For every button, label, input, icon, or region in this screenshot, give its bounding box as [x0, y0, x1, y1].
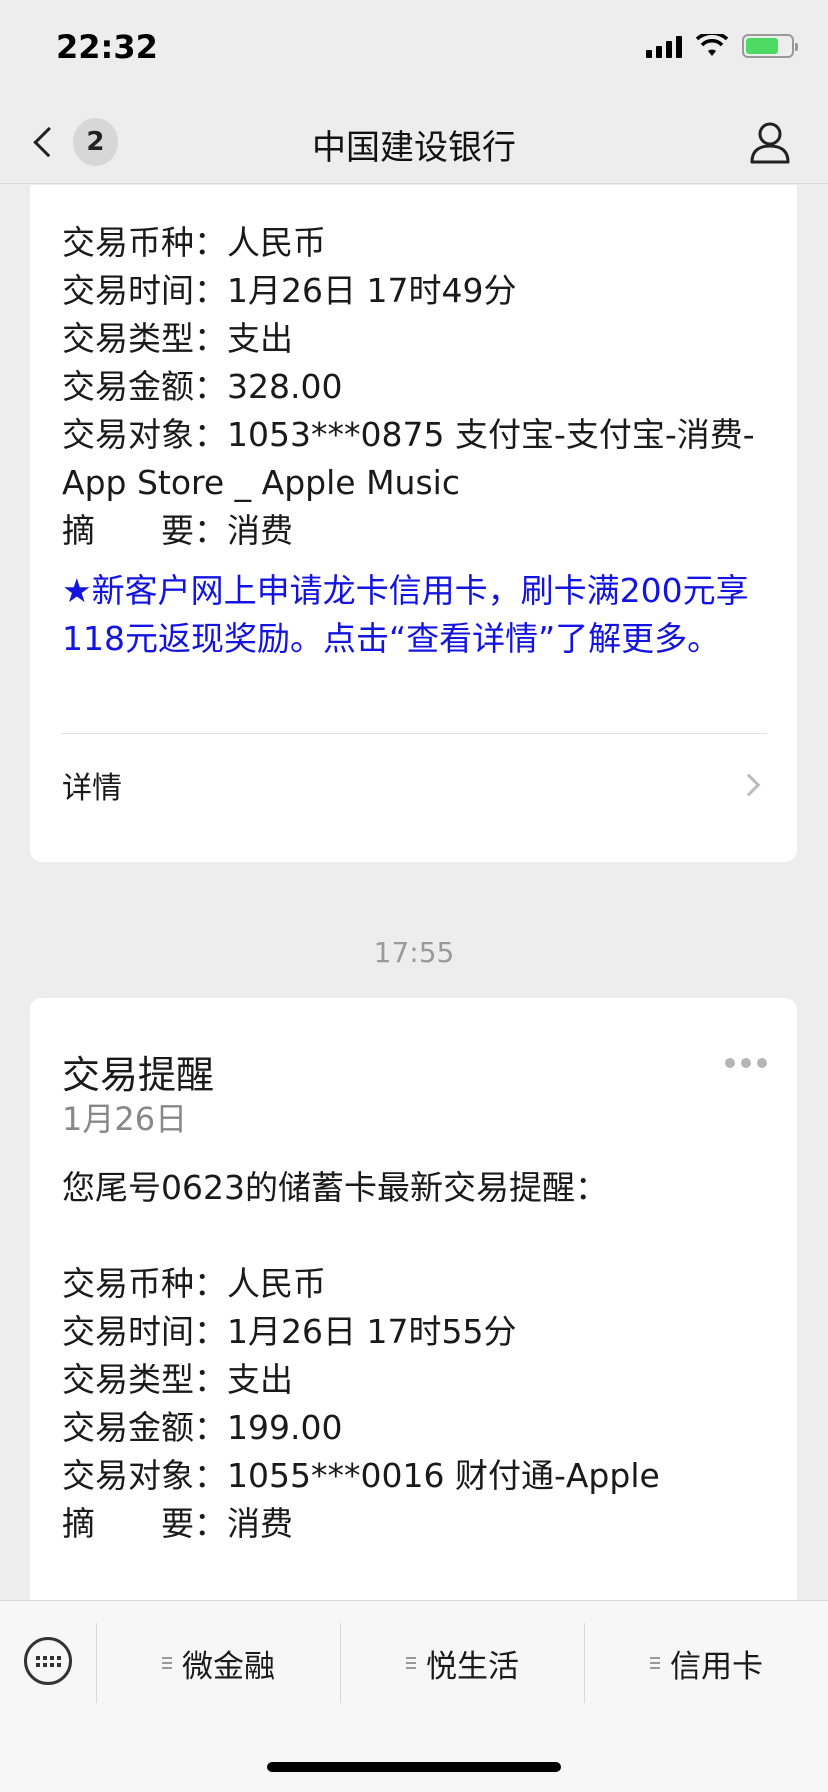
- card-date: 1月26日: [62, 1100, 188, 1138]
- chevron-right-icon: [737, 773, 761, 797]
- signal-icon: [646, 34, 682, 58]
- promo-text[interactable]: ★新客户网上申请龙卡信用卡，刷卡满200元享118元返现奖励。点击“查看详情”了…: [62, 567, 767, 663]
- menu-item-yueshenghuo[interactable]: 悦生活: [341, 1623, 584, 1703]
- field-type: 交易类型：支出: [62, 319, 293, 358]
- field-summary: 摘 要：消费: [62, 511, 293, 550]
- status-icons: [646, 34, 798, 58]
- field-summary: 摘 要：消费: [62, 1504, 293, 1543]
- message-timestamp: 17:55: [373, 936, 455, 969]
- page-title: 中国建设银行: [312, 128, 516, 168]
- more-icon[interactable]: [725, 1058, 767, 1068]
- field-amount: 交易金额：199.00: [62, 1408, 343, 1447]
- menu-list-icon: [406, 1657, 416, 1669]
- card-intro: 您尾号0623的储蓄卡最新交易提醒：: [62, 1168, 608, 1207]
- message-list[interactable]: 交易币种：人民币 交易时间：1月26日 17时49分 交易类型：支出 交易金额：…: [0, 185, 828, 1600]
- field-currency: 交易币种：人民币: [62, 223, 326, 262]
- field-counterparty: 交易对象：1053***0875 支付宝-支付宝-消费-App Store _ …: [62, 415, 755, 502]
- card-title: 交易提醒: [62, 1053, 215, 1097]
- menu-item-label: 信用卡: [670, 1648, 763, 1685]
- profile-icon[interactable]: [746, 118, 794, 166]
- status-time: 22:32: [56, 28, 158, 66]
- field-counterparty: 交易对象：1055***0016 财付通-Apple: [62, 1456, 660, 1495]
- wifi-icon: [696, 34, 728, 56]
- transaction-card: 交易币种：人民币 交易时间：1月26日 17时49分 交易类型：支出 交易金额：…: [30, 185, 797, 862]
- field-time: 交易时间：1月26日 17时49分: [62, 271, 517, 310]
- menu-item-credit-card[interactable]: 信用卡: [585, 1623, 828, 1703]
- transaction-card: 交易提醒 1月26日 您尾号0623的储蓄卡最新交易提醒： 交易币种：人民币 交…: [30, 998, 797, 1600]
- field-currency: 交易币种：人民币: [62, 1264, 326, 1303]
- battery-icon: [742, 34, 798, 58]
- details-link[interactable]: 详情: [62, 755, 767, 815]
- details-label: 详情: [62, 771, 122, 806]
- nav-bar: 2 中国建设银行: [0, 100, 828, 184]
- menu-list-icon: [162, 1657, 172, 1669]
- menu-list-icon: [650, 1657, 660, 1669]
- status-bar: 22:32: [0, 0, 828, 100]
- menu-item-label: 悦生活: [426, 1648, 519, 1685]
- menu-item-weijinrong[interactable]: 微金融: [97, 1623, 340, 1703]
- field-time: 交易时间：1月26日 17时55分: [62, 1312, 517, 1351]
- keyboard-icon[interactable]: [24, 1637, 72, 1685]
- field-amount: 交易金额：328.00: [62, 367, 343, 406]
- field-type: 交易类型：支出: [62, 1360, 293, 1399]
- divider: [62, 733, 767, 734]
- menu-item-label: 微金融: [182, 1648, 275, 1685]
- home-indicator[interactable]: [267, 1762, 561, 1772]
